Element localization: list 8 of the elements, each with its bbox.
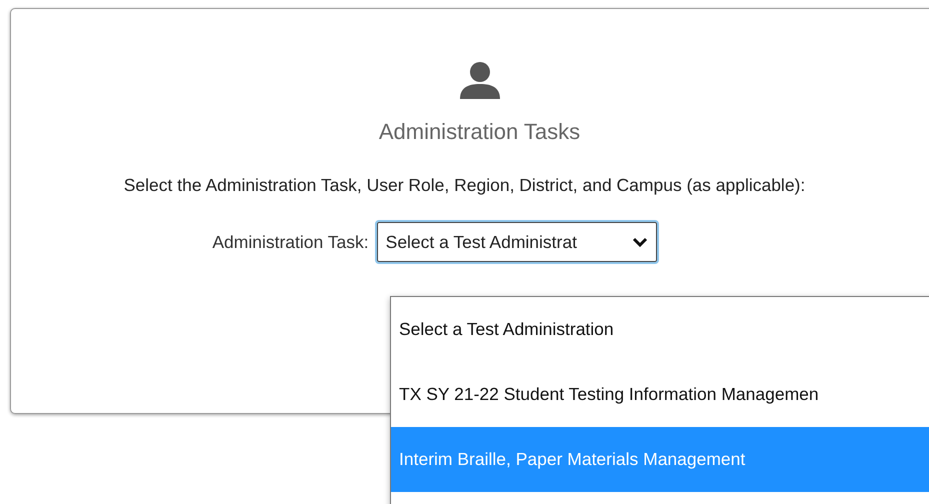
- panel-title: Administration Tasks: [378, 118, 580, 146]
- dropdown-option[interactable]: TX SY 21-22 Student Testing Information Managemen: [391, 362, 929, 427]
- chevron-down-icon: [632, 236, 648, 248]
- user-icon: [458, 61, 500, 99]
- task-dropdown[interactable]: Select a Test Administrat: [376, 222, 657, 262]
- field-label: Administration Task:: [212, 231, 369, 254]
- instruction-text: Select the Administration Task, User Role, Region, District, and Campus (as applicable):: [124, 174, 806, 197]
- dropdown-option[interactable]: Select a Test Administration: [391, 297, 929, 362]
